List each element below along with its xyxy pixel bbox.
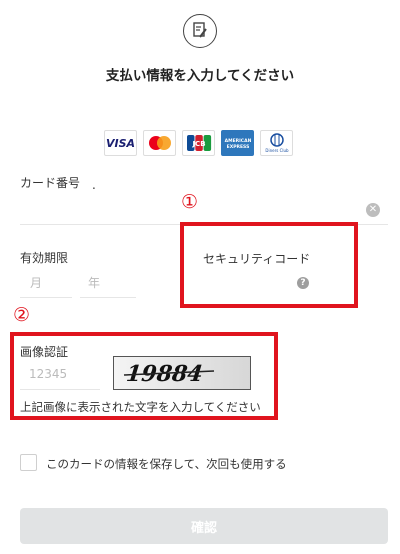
year-input[interactable]: 年 — [88, 274, 100, 291]
amex-logo: AMERICAN EXPRESS — [221, 130, 254, 156]
captcha-underline — [20, 389, 100, 390]
captcha-hint: 上記画像に表示された文字を入力してください — [20, 400, 261, 414]
clear-icon[interactable]: ✕ — [366, 203, 380, 217]
svg-text:Diners Club: Diners Club — [265, 148, 289, 153]
year-underline — [80, 297, 136, 298]
visa-logo: VISA — [104, 130, 137, 156]
card-number-label: カード番号 — [20, 176, 81, 190]
captcha-image: 19884 — [113, 356, 251, 390]
mastercard-logo — [143, 130, 176, 156]
edit-document-icon — [183, 14, 217, 48]
visa-logo-text: VISA — [105, 136, 136, 150]
month-underline — [20, 297, 72, 298]
captcha-input[interactable]: 12345 — [29, 367, 67, 381]
card-number-mark: . — [92, 178, 96, 192]
save-card-label: このカードの情報を保存して、次回も使用する — [46, 457, 287, 471]
security-code-label: セキュリティコード — [203, 252, 311, 266]
card-brand-logos: VISA JCB AMERICAN EXPRESS Diners Club — [104, 130, 293, 156]
captcha-label: 画像認証 — [20, 345, 69, 359]
jcb-logo: JCB — [182, 130, 215, 156]
svg-text:AMERICAN: AMERICAN — [224, 138, 251, 144]
confirm-button[interactable]: 確認 — [20, 508, 388, 544]
diners-club-logo: Diners Club — [260, 130, 293, 156]
expiry-label: 有効期限 — [20, 251, 69, 265]
save-card-checkbox[interactable] — [20, 454, 37, 471]
help-icon[interactable]: ? — [297, 277, 309, 289]
security-code-input[interactable] — [200, 272, 290, 292]
svg-text:EXPRESS: EXPRESS — [226, 144, 249, 150]
annotation-marker-1: ① — [181, 191, 199, 213]
svg-text:JCB: JCB — [191, 140, 205, 148]
month-input[interactable]: 月 — [30, 274, 42, 291]
annotation-marker-2: ② — [13, 304, 31, 326]
page-title: 支払い情報を入力してください — [105, 68, 295, 84]
